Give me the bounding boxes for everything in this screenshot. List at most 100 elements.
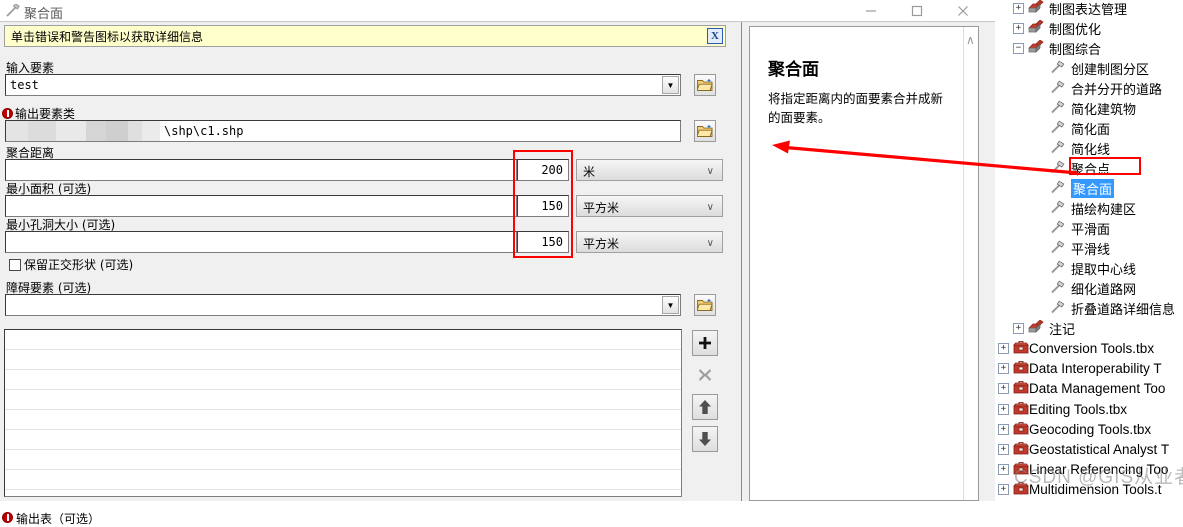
tree-item-label: Conversion Tools.tbx xyxy=(1029,341,1154,356)
expand-icon[interactable]: + xyxy=(998,363,1009,374)
list-item[interactable] xyxy=(5,410,681,430)
tree-item-toolbox[interactable]: +Geocoding Tools.tbx xyxy=(998,419,1151,439)
tree-item-toolbox[interactable]: + Editing Tools.tbx xyxy=(998,399,1127,419)
tree-item-label: Data Management Too xyxy=(1029,381,1165,396)
tree-item-tool[interactable]: 创建制图分区 xyxy=(1050,58,1149,78)
expand-icon[interactable]: + xyxy=(998,484,1009,495)
list-item[interactable] xyxy=(5,330,681,350)
aggregation-distance-value[interactable]: 200 xyxy=(517,159,569,181)
tree-item-toolbox[interactable]: + Conversion Tools.tbx xyxy=(998,339,1154,359)
orthogonal-label: 保留正交形状 (可选) xyxy=(24,256,133,273)
chevron-down-icon[interactable]: ∨ xyxy=(707,238,714,249)
expand-icon[interactable]: + xyxy=(998,444,1009,455)
list-item[interactable] xyxy=(5,350,681,370)
tree-item-tool[interactable]: 简化建筑物 xyxy=(1050,98,1136,118)
arrow-down-icon xyxy=(698,431,712,447)
input-features-combo[interactable]: test ▼ xyxy=(5,74,681,96)
barrier-features-combo[interactable]: ▼ xyxy=(5,294,681,316)
output-table-error-icon[interactable] xyxy=(2,512,13,523)
expand-icon[interactable]: + xyxy=(1013,323,1024,334)
tree-item-tool[interactable]: 合并分开的道路 xyxy=(1050,78,1162,98)
hammer-tool-icon xyxy=(6,4,20,18)
tree-item-toolbox[interactable]: + Data Management Too xyxy=(998,379,1165,399)
tree-item-toolset[interactable]: + 制图优化 xyxy=(1013,18,1101,38)
expand-icon[interactable]: + xyxy=(1013,23,1024,34)
tree-item-tool[interactable]: 聚合面 xyxy=(1050,178,1114,198)
list-item[interactable] xyxy=(5,430,681,450)
tree-item-label: 平滑线 xyxy=(1071,239,1110,258)
toolset-icon xyxy=(1028,20,1044,37)
tree-item-tool[interactable]: 提取中心线 xyxy=(1050,259,1136,279)
aggregation-distance-field[interactable] xyxy=(5,159,517,181)
tree-item-tool[interactable]: 细化道路网 xyxy=(1050,279,1136,299)
toolbox-tree[interactable]: +制图表达管理+制图优化−制图综合创建制图分区合并分开的道路简化建筑物简化面简化… xyxy=(996,0,1183,501)
tree-item-tool[interactable]: 平滑面 xyxy=(1050,219,1110,239)
tree-item-toolset[interactable]: +注记 xyxy=(1013,319,1075,339)
move-down-button[interactable] xyxy=(692,426,718,452)
toolbox-icon xyxy=(1013,380,1029,397)
toolbox-icon xyxy=(1013,401,1029,418)
tree-item-label: 聚合面 xyxy=(1071,179,1114,198)
list-item[interactable] xyxy=(5,390,681,410)
tree-item-tool[interactable]: 聚合点 xyxy=(1050,158,1110,178)
tree-item-label: Editing Tools.tbx xyxy=(1029,402,1127,417)
move-up-button[interactable] xyxy=(692,394,718,420)
tool-icon xyxy=(1050,120,1066,137)
list-item[interactable] xyxy=(5,370,681,390)
expand-icon[interactable]: + xyxy=(998,383,1009,394)
message-bar-close-button[interactable]: X xyxy=(707,28,723,44)
minimize-button[interactable] xyxy=(848,0,894,22)
output-table-label: 输出表（可选） xyxy=(16,510,100,527)
expand-icon[interactable]: + xyxy=(998,343,1009,354)
chevron-down-icon[interactable]: ∨ xyxy=(707,202,714,213)
minimum-hole-size-value[interactable]: 150 xyxy=(517,231,569,253)
tool-icon xyxy=(1050,160,1066,177)
tree-item-toolbox[interactable]: +Geostatistical Analyst T xyxy=(998,439,1169,459)
collapse-icon[interactable]: − xyxy=(1013,43,1024,54)
chevron-down-icon[interactable]: ▼ xyxy=(662,76,679,94)
help-scrollbar[interactable]: ∧ xyxy=(963,27,978,500)
minimum-area-unit-combo[interactable]: 平方米 ∨ xyxy=(576,195,723,217)
minimum-area-value[interactable]: 150 xyxy=(517,195,569,217)
aggregation-distance-unit: 米 xyxy=(583,163,595,180)
tree-item-toolbox[interactable]: +Data Interoperability T xyxy=(998,359,1162,379)
barrier-features-list[interactable] xyxy=(4,329,682,497)
toolbox-icon xyxy=(1013,441,1029,458)
orthogonal-checkbox[interactable] xyxy=(9,259,21,271)
barrier-features-browse-button[interactable] xyxy=(694,294,716,316)
tree-item-toolset[interactable]: − 制图综合 xyxy=(1013,38,1101,58)
tree-item-tool[interactable]: 简化线 xyxy=(1050,138,1110,158)
arrow-up-icon xyxy=(698,399,712,415)
expand-icon[interactable]: + xyxy=(998,424,1009,435)
chevron-down-icon[interactable]: ∨ xyxy=(707,166,714,177)
output-feature-class-error-icon[interactable] xyxy=(2,108,13,119)
tree-item-tool[interactable]: 平滑线 xyxy=(1050,239,1110,259)
chevron-up-icon[interactable]: ∧ xyxy=(966,33,975,47)
aggregation-distance-unit-combo[interactable]: 米 ∨ xyxy=(576,159,723,181)
minimum-hole-size-unit-combo[interactable]: 平方米 ∨ xyxy=(576,231,723,253)
chevron-down-icon[interactable]: ▼ xyxy=(662,296,679,314)
minimum-hole-size-field[interactable] xyxy=(5,231,517,253)
tree-item-toolset[interactable]: +制图表达管理 xyxy=(1013,0,1127,18)
add-button[interactable] xyxy=(692,330,718,356)
tree-item-tool[interactable]: 描绘构建区 xyxy=(1050,199,1136,219)
tree-item-label: 制图综合 xyxy=(1049,39,1101,58)
tree-item-tool[interactable]: 折叠道路详细信息 xyxy=(1050,299,1175,319)
list-item[interactable] xyxy=(5,450,681,470)
minimum-area-field[interactable] xyxy=(5,195,517,217)
close-button[interactable] xyxy=(940,0,986,22)
maximize-button[interactable] xyxy=(894,0,940,22)
list-item[interactable] xyxy=(5,470,681,490)
output-feature-class-browse-button[interactable] xyxy=(694,120,716,142)
tree-item-tool[interactable]: 简化面 xyxy=(1050,118,1110,138)
expand-icon[interactable]: + xyxy=(1013,3,1024,14)
tree-item-label: 细化道路网 xyxy=(1071,279,1136,298)
dialog-body: 单击错误和警告图标以获取详细信息 X 输入要素 test ▼ 输出要素类 xyxy=(0,22,742,501)
input-features-browse-button[interactable] xyxy=(694,74,716,96)
expand-icon[interactable]: + xyxy=(998,464,1009,475)
tree-item-label: 制图优化 xyxy=(1049,19,1101,38)
expand-icon[interactable]: + xyxy=(998,404,1009,415)
tree-item-label: 简化面 xyxy=(1071,119,1110,138)
tool-icon xyxy=(1050,240,1066,257)
output-feature-class-input[interactable]: \shp\c1.shp xyxy=(5,120,681,142)
